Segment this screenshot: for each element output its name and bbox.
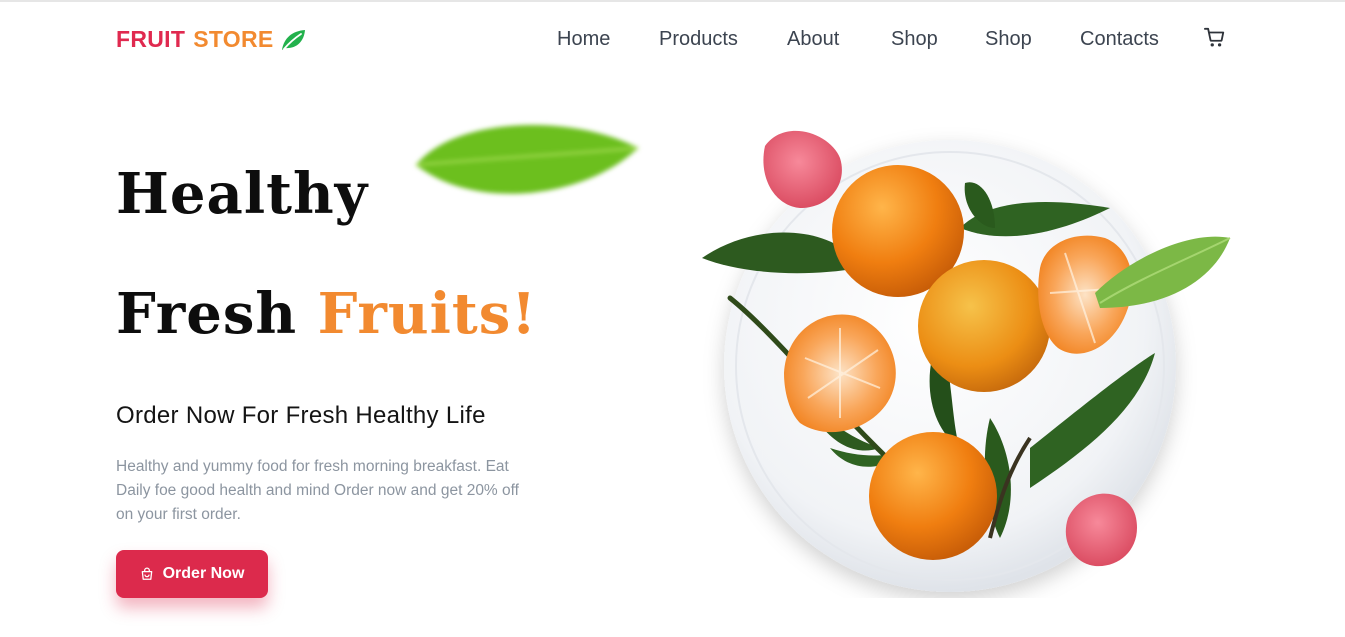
hero-title-line2: Fresh Fruits! [116,286,537,342]
order-now-label: Order Now [162,565,245,582]
floating-leaf-image [415,125,639,194]
nav-shop-2[interactable]: Shop [985,28,1032,51]
nav-contacts[interactable]: Contacts [1080,28,1159,51]
nav-home[interactable]: Home [557,28,610,51]
hero-title-plain: Fresh [116,281,298,347]
hero-title-line1: Healthy [116,161,369,227]
hero-description: Healthy and yummy food for fresh morning… [116,458,519,523]
hero-title-accent: Fruits! [317,281,537,347]
order-now-button[interactable]: Order Now [116,550,268,598]
nav-shop[interactable]: Shop [891,28,938,51]
main-nav: Home Products About Shop Shop Contacts [0,28,1345,58]
shopping-bag-icon [141,567,152,580]
site-header: FRUIT STORE Home Products About Shop Sho… [0,2,1345,76]
fruit-plate-image [702,130,1231,592]
nav-about[interactable]: About [787,28,839,51]
cart-icon[interactable] [1204,27,1226,49]
hero-subtitle: Order Now For Fresh Healthy Life [116,402,486,429]
nav-products[interactable]: Products [659,28,738,51]
